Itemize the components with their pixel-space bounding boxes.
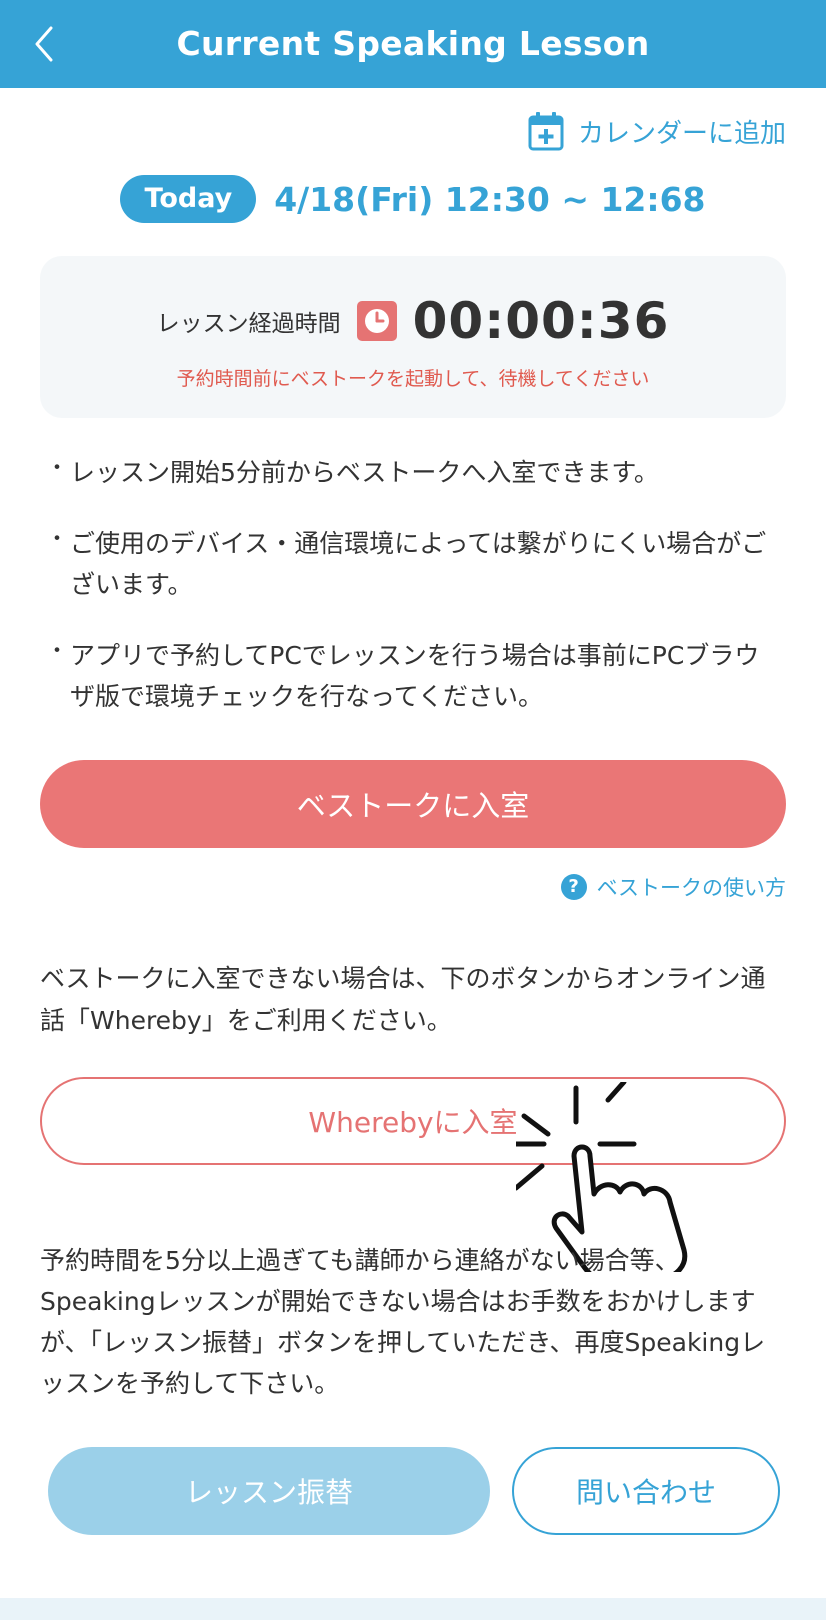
bestalk-help-link[interactable]: ? ベストークの使い方 — [560, 870, 786, 904]
list-item: ・ アプリで予約してPCでレッスンを行う場合は事前にPCブラウザ版で環境チェック… — [44, 635, 784, 717]
help-link-label: ベストークの使い方 — [596, 876, 786, 900]
timer-warning-note: 予約時間前にベストークを起動して、待機してください — [176, 368, 650, 390]
list-item: ・ レッスン開始5分前からベストークへ入室できます。 — [44, 452, 784, 493]
clock-icon — [356, 301, 397, 341]
timer-row: レッスン経過時間 00:00:36 — [40, 284, 786, 358]
bullet: ・ — [46, 639, 69, 664]
whereby-description: ベストークに入室できない場合は、下のボタンからオンライン通話「Whereby」を… — [40, 964, 766, 1035]
add-to-calendar-link[interactable]: カレンダーに追加 — [528, 108, 786, 154]
question-icon: ? — [560, 874, 587, 900]
lesson-datetime: 4/18(Fri) 12:30 ~ 12:68 — [274, 179, 706, 219]
app-header: Current Speaking Lesson — [0, 0, 826, 88]
chevron-left-icon — [35, 26, 53, 62]
list-item: ・ ご使用のデバイス・通信環境によっては繋がりにくい場合がございます。 — [44, 523, 784, 605]
calendar-add-icon — [528, 112, 564, 151]
enter-bestalk-button[interactable]: ベストークに入室 — [40, 760, 786, 848]
note-text: ご使用のデバイス・通信環境によっては繋がりにくい場合がございます。 — [70, 529, 767, 599]
page-title: Current Speaking Lesson — [176, 24, 650, 63]
contact-button[interactable]: 問い合わせ — [512, 1447, 780, 1535]
notes-list: ・ レッスン開始5分前からベストークへ入室できます。 ・ ご使用のデバイス・通信… — [44, 452, 784, 747]
footer-band — [0, 1598, 826, 1620]
lesson-date-row: Today 4/18(Fri) 12:30 ~ 12:68 — [0, 174, 826, 224]
note-text: アプリで予約してPCでレッスンを行う場合は事前にPCブラウザ版で環境チェックを行… — [70, 641, 760, 711]
bullet: ・ — [46, 456, 69, 481]
elapsed-time-value: 00:00:36 — [412, 292, 670, 350]
reschedule-lesson-button[interactable]: レッスン振替 — [48, 1447, 490, 1535]
reschedule-instructions: 予約時間を5分以上過ぎても講師から連絡がない場合等、Speakingレッスンが開… — [40, 1246, 766, 1398]
bullet: ・ — [46, 527, 69, 552]
note-text: レッスン開始5分前からベストークへ入室できます。 — [70, 458, 659, 487]
back-button[interactable] — [24, 20, 64, 68]
elapsed-time-card: レッスン経過時間 00:00:36 予約時間前にベストークを起動して、待機してく… — [40, 256, 786, 418]
elapsed-time-label: レッスン経過時間 — [156, 311, 341, 337]
add-to-calendar-label: カレンダーに追加 — [577, 118, 786, 149]
today-badge: Today — [120, 175, 257, 223]
